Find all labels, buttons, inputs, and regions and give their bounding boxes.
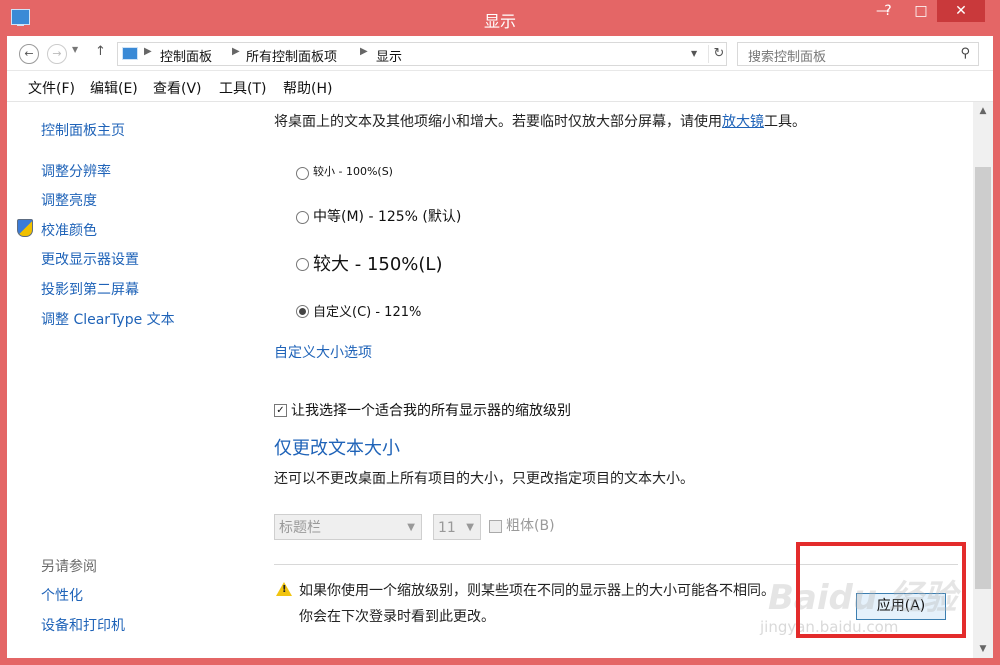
sidebar-item-personalization[interactable]: 个性化 (41, 585, 83, 605)
chevron-down-icon: ▼ (466, 522, 474, 533)
left-navigation-pane: 控制面板主页 调整分辨率 调整亮度 校准颜色 更改显示器设置 投影到第二屏幕 调… (7, 102, 253, 658)
address-bar[interactable]: ▶ 控制面板 ▶ 所有控制面板项 ▶ 显示 ▼ ↻ (117, 42, 727, 66)
window-title: 显示 (483, 12, 516, 31)
see-also-heading: 另请参阅 (41, 559, 97, 575)
warning-text-line2: 你会在下次登录时看到此更改。 (299, 609, 495, 625)
sidebar-item-adjust-brightness[interactable]: 调整亮度 (41, 190, 97, 210)
breadcrumb-separator-icon: ▶ (144, 46, 152, 57)
sidebar-item-devices-printers[interactable]: 设备和打印机 (41, 615, 125, 635)
back-arrow-icon[interactable]: ← (19, 44, 39, 64)
font-size-select[interactable]: 11 ▼ (433, 514, 481, 540)
minimize-button[interactable]: — (868, 0, 898, 22)
forward-arrow-icon[interactable]: → (47, 44, 67, 64)
chevron-down-icon: ▼ (407, 522, 415, 533)
menu-bar: 文件(F) 编辑(E) 查看(V) 工具(T) 帮助(H) (7, 71, 993, 102)
option-smaller-label[interactable]: 较小 - 100%(S) (313, 163, 393, 179)
sidebar-item-project-second-screen[interactable]: 投影到第二屏幕 (41, 279, 139, 299)
address-dropdown-icon[interactable]: ▼ (691, 49, 697, 58)
search-icon[interactable]: ⚲ (960, 46, 970, 61)
menu-edit[interactable]: 编辑(E) (90, 78, 138, 98)
title-bar: 显示 ? — □ ✕ (0, 0, 1000, 36)
intro-text-end: 工具。 (764, 114, 806, 130)
font-size-select-value: 11 (438, 520, 456, 536)
menu-view[interactable]: 查看(V) (153, 78, 202, 98)
search-input[interactable]: 搜索控制面板 ⚲ (737, 42, 979, 66)
custom-size-options-link[interactable]: 自定义大小选项 (274, 342, 372, 362)
bold-checkbox[interactable] (489, 520, 502, 533)
breadcrumb-all-items[interactable]: 所有控制面板项 (246, 46, 337, 65)
recent-pages-chevron-icon[interactable]: ▼ (72, 45, 78, 54)
radio-custom[interactable] (296, 305, 309, 318)
breadcrumb-separator-icon: ▶ (360, 46, 368, 57)
scroll-down-arrow-icon[interactable]: ▼ (973, 640, 993, 658)
breadcrumb-separator-icon: ▶ (232, 46, 240, 57)
sidebar-item-calibrate-color[interactable]: 校准颜色 (41, 220, 97, 240)
change-text-size-description: 还可以不更改桌面上所有项目的大小，只更改指定项目的文本大小。 (274, 471, 694, 487)
item-select[interactable]: 标题栏 ▼ (274, 514, 422, 540)
address-toolbar: ← → ▼ ↑ ▶ 控制面板 ▶ 所有控制面板项 ▶ 显示 ▼ ↻ 搜索控制面板… (7, 36, 993, 71)
sidebar-item-display-settings[interactable]: 更改显示器设置 (41, 249, 139, 269)
breadcrumb-display[interactable]: 显示 (376, 46, 402, 65)
intro-text-start: 将桌面上的文本及其他项缩小和增大。若要临时仅放大部分屏幕，请使用 (274, 114, 722, 130)
change-text-size-heading: 仅更改文本大小 (274, 438, 400, 459)
magnifier-link[interactable]: 放大镜 (722, 114, 764, 130)
option-custom-label[interactable]: 自定义(C) - 121% (313, 301, 421, 320)
close-button[interactable]: ✕ (937, 0, 985, 22)
bold-checkbox-label[interactable]: 粗体(B) (506, 515, 555, 535)
menu-help[interactable]: 帮助(H) (283, 78, 332, 98)
vertical-scrollbar[interactable]: ▲ ▼ (973, 102, 993, 658)
sidebar-item-adjust-resolution[interactable]: 调整分辨率 (41, 161, 111, 181)
option-medium-label[interactable]: 中等(M) - 125% (默认) (313, 206, 461, 226)
highlight-box (796, 542, 966, 638)
scroll-thumb[interactable] (975, 167, 991, 589)
breadcrumb-control-panel[interactable]: 控制面板 (160, 46, 212, 65)
maximize-button[interactable]: □ (906, 0, 936, 22)
up-arrow-icon[interactable]: ↑ (95, 44, 106, 59)
search-placeholder: 搜索控制面板 (748, 50, 827, 65)
warning-text-line1: 如果你使用一个缩放级别，则某些项在不同的显示器上的大小可能各不相同。 (299, 583, 775, 599)
warning-exclamation: ! (282, 584, 287, 595)
control-panel-home-link[interactable]: 控制面板主页 (41, 120, 125, 140)
menu-tools[interactable]: 工具(T) (219, 78, 266, 98)
radio-larger[interactable] (296, 258, 309, 271)
sidebar-item-cleartype[interactable]: 调整 ClearType 文本 (41, 309, 175, 329)
shield-icon (17, 219, 33, 237)
scroll-up-arrow-icon[interactable]: ▲ (973, 102, 993, 120)
option-larger-label[interactable]: 较大 - 150%(L) (313, 250, 442, 276)
control-panel-icon (122, 47, 138, 60)
item-select-value: 标题栏 (279, 520, 321, 536)
scaling-checkbox[interactable]: ✓ (274, 404, 287, 417)
radio-medium[interactable] (296, 211, 309, 224)
intro-text: 将桌面上的文本及其他项缩小和增大。若要临时仅放大部分屏幕，请使用放大镜工具。 (274, 111, 806, 131)
menu-file[interactable]: 文件(F) (28, 78, 75, 98)
refresh-icon[interactable]: ↻ (708, 45, 729, 63)
scaling-checkbox-label[interactable]: 让我选择一个适合我的所有显示器的缩放级别 (291, 400, 571, 420)
radio-smaller[interactable] (296, 167, 309, 180)
